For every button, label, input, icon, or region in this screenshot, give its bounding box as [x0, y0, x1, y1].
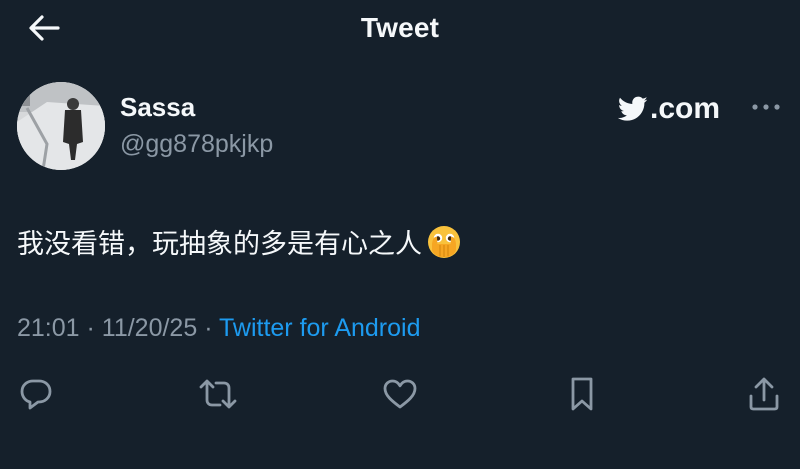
avatar[interactable]: [17, 82, 105, 170]
brand-text: .com: [650, 92, 721, 125]
author-display-name[interactable]: Sassa: [120, 92, 195, 123]
avatar-photo: [17, 82, 105, 170]
reply-icon: [20, 379, 52, 410]
tweet-body: 我没看错，玩抽象的多是有心之人: [17, 229, 422, 259]
share-icon: [749, 377, 779, 411]
twitter-bird-icon: [618, 96, 648, 121]
tweet-meta: 21:01 · 11/20/25 · Twitter for Android: [17, 314, 421, 343]
tweet-time: 21:01: [17, 314, 80, 342]
bookmark-button[interactable]: [560, 372, 604, 416]
tweet-text: 我没看错，玩抽象的多是有心之人: [17, 222, 462, 261]
bookmark-icon: [571, 377, 593, 411]
heart-icon: [383, 379, 417, 409]
tweet-source-link[interactable]: Twitter for Android: [219, 314, 420, 342]
page-title: Tweet: [360, 12, 440, 43]
retweet-button[interactable]: [196, 372, 240, 416]
face-with-open-eyes-and-hand-over-mouth-emoji: [428, 225, 460, 258]
more-options-button[interactable]: [746, 92, 786, 122]
brand-watermark: .com: [618, 88, 720, 130]
meta-separator: ·: [197, 314, 220, 342]
author-handle[interactable]: @gg878pkjkp: [120, 130, 273, 159]
share-button[interactable]: [742, 372, 786, 416]
tweet-date: 11/20/25: [101, 314, 198, 342]
action-bar: [0, 372, 800, 416]
reply-button[interactable]: [14, 372, 58, 416]
meta-separator: ·: [79, 314, 102, 342]
like-button[interactable]: [378, 372, 422, 416]
header-bar: Tweet: [0, 0, 800, 58]
more-dots-icon: [752, 104, 780, 110]
retweet-icon: [199, 379, 237, 409]
